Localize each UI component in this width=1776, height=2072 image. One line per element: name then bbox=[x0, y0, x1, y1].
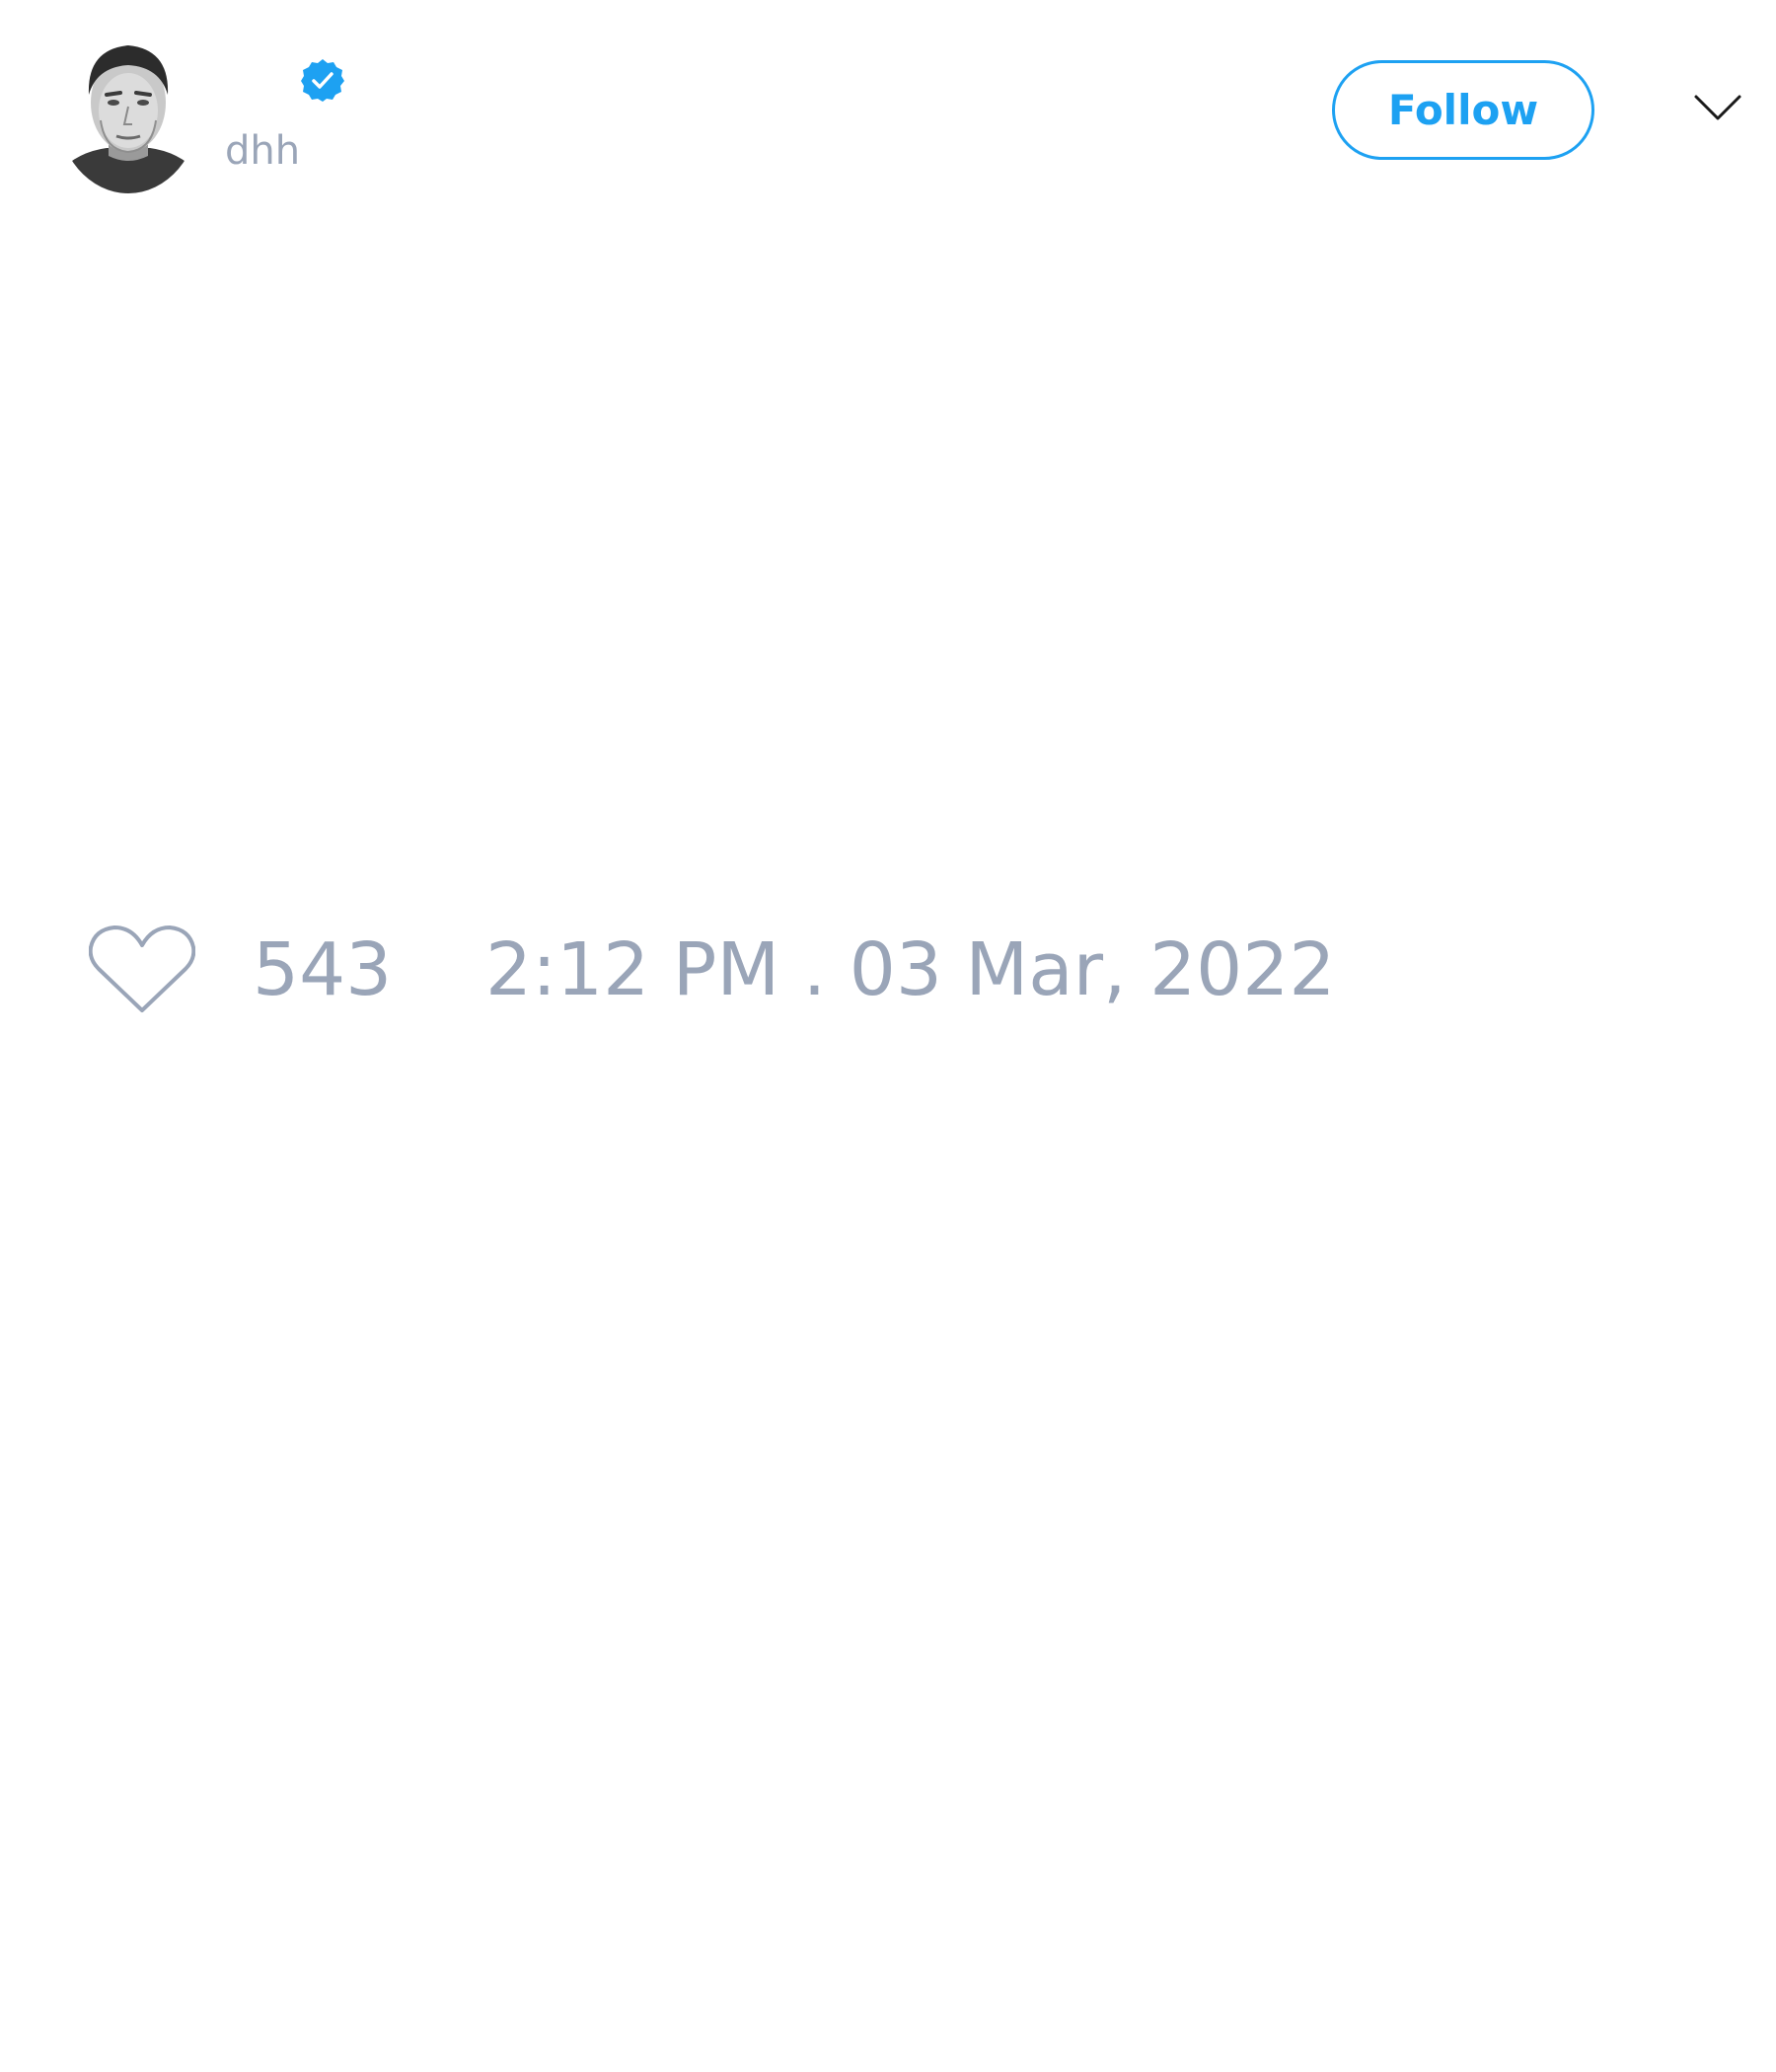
author-handle[interactable]: dhh bbox=[225, 126, 300, 176]
like-count: 543 bbox=[253, 927, 393, 1012]
avatar[interactable] bbox=[57, 26, 199, 193]
tweet-timestamp[interactable]: 2:12 PM . 03 Mar, 2022 bbox=[485, 927, 1335, 1012]
follow-button[interactable]: Follow bbox=[1332, 60, 1594, 160]
verified-badge-icon bbox=[300, 57, 345, 103]
chevron-down-icon[interactable] bbox=[1693, 93, 1742, 122]
tweet-footer: 543 2:12 PM . 03 Mar, 2022 bbox=[89, 918, 1371, 1016]
heart-icon[interactable] bbox=[89, 924, 195, 1016]
